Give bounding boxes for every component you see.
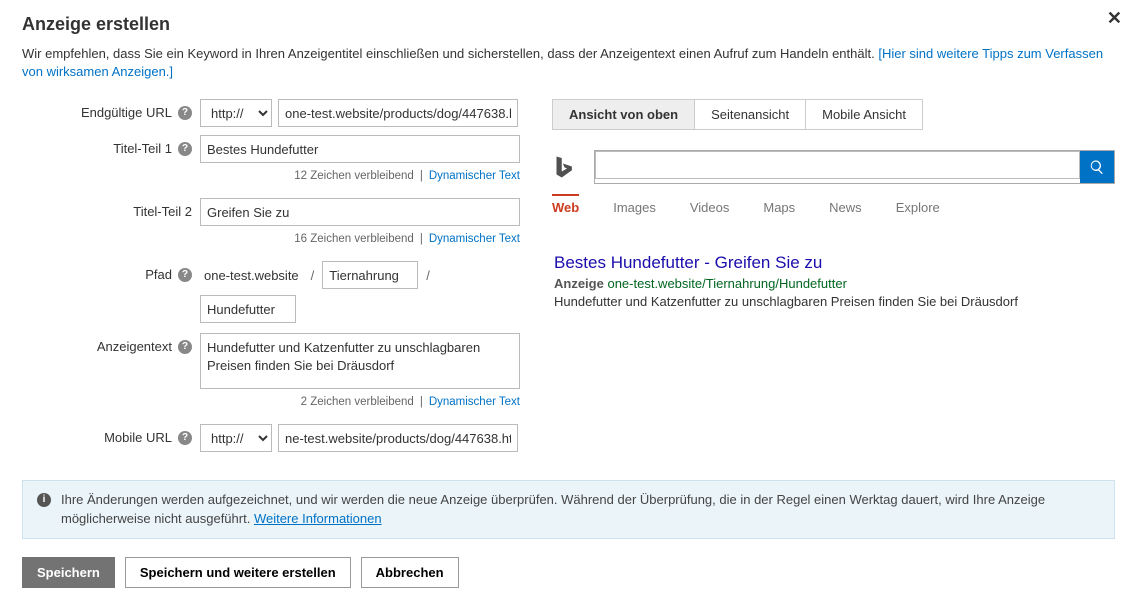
ad-preview: Bestes Hundefutter - Greifen Sie zu Anze… [552, 253, 1115, 309]
preview-view-tabs: Ansicht von oben Seitenansicht Mobile An… [552, 99, 923, 130]
path-label: Pfad [145, 267, 172, 282]
serp-tab-web[interactable]: Web [552, 200, 579, 223]
serp-tab-videos[interactable]: Videos [690, 200, 730, 223]
path1-input[interactable] [322, 261, 418, 289]
mobile-url-protocol-select[interactable]: http:// [200, 424, 272, 452]
ad-form: Endgültige URL ? http:// Titel-Teil 1 ? [22, 99, 522, 458]
adtext-dynamic-text-link[interactable]: Dynamischer Text [429, 396, 520, 408]
info-more-link[interactable]: Weitere Informationen [254, 511, 382, 526]
help-icon[interactable]: ? [178, 106, 192, 120]
intro-text: Wir empfehlen, dass Sie ein Keyword in I… [0, 45, 1137, 99]
title2-counter: 16 Zeichen verbleibend [294, 233, 414, 245]
title2-input[interactable] [200, 198, 520, 226]
title1-dynamic-text-link[interactable]: Dynamischer Text [429, 170, 520, 182]
help-icon[interactable]: ? [178, 431, 192, 445]
search-icon [1089, 159, 1105, 175]
title2-label: Titel-Teil 2 [133, 204, 192, 219]
search-button[interactable] [1080, 151, 1114, 183]
adtext-label: Anzeigentext [97, 339, 172, 354]
create-ad-dialog: ✕ Anzeige erstellen Wir empfehlen, dass … [0, 0, 1137, 608]
cancel-button[interactable]: Abbrechen [361, 557, 459, 588]
close-icon[interactable]: ✕ [1107, 8, 1122, 29]
ad-preview-panel: Ansicht von oben Seitenansicht Mobile An… [552, 99, 1115, 458]
path2-input[interactable] [200, 295, 296, 323]
tab-top-view[interactable]: Ansicht von oben [553, 100, 695, 129]
tab-side-view[interactable]: Seitenansicht [695, 100, 806, 129]
serp-tabs: Web Images Videos Maps News Explore [552, 200, 1115, 223]
adtext-counter: 2 Zeichen verbleibend [301, 396, 414, 408]
serp-tab-images[interactable]: Images [613, 200, 656, 223]
save-create-more-button[interactable]: Speichern und weitere erstellen [125, 557, 351, 588]
help-icon[interactable]: ? [178, 340, 192, 354]
tab-mobile-view[interactable]: Mobile Ansicht [806, 100, 922, 129]
search-input[interactable] [595, 151, 1080, 179]
dialog-footer: Speichern Speichern und weitere erstelle… [0, 539, 1137, 588]
final-url-label: Endgültige URL [81, 105, 172, 120]
title1-input[interactable] [200, 135, 520, 163]
dialog-title: Anzeige erstellen [0, 0, 1137, 45]
search-bar [594, 150, 1115, 184]
serp-tab-news[interactable]: News [829, 200, 862, 223]
info-icon: i [37, 493, 51, 507]
title1-counter: 12 Zeichen verbleibend [294, 170, 414, 182]
serp-tab-explore[interactable]: Explore [896, 200, 940, 223]
save-button[interactable]: Speichern [22, 557, 115, 588]
title1-label: Titel-Teil 1 [113, 141, 172, 156]
mobile-url-label: Mobile URL [104, 430, 172, 445]
mobile-url-input[interactable] [278, 424, 518, 452]
final-url-input[interactable] [278, 99, 518, 127]
info-text: Ihre Änderungen werden aufgezeichnet, un… [61, 492, 1045, 525]
help-icon[interactable]: ? [178, 142, 192, 156]
adtext-textarea[interactable] [200, 333, 520, 389]
serp-tab-maps[interactable]: Maps [763, 200, 795, 223]
intro-body: Wir empfehlen, dass Sie ein Keyword in I… [22, 46, 878, 61]
ad-preview-url: one-test.website/Tiernahrung/Hundefutter [607, 276, 846, 291]
bing-logo-icon [552, 155, 576, 179]
ad-preview-description: Hundefutter und Katzenfutter zu unschlag… [554, 294, 1115, 309]
title2-dynamic-text-link[interactable]: Dynamischer Text [429, 233, 520, 245]
help-icon[interactable]: ? [178, 268, 192, 282]
ad-preview-title: Bestes Hundefutter - Greifen Sie zu [554, 253, 1115, 273]
ad-preview-label: Anzeige [554, 276, 604, 291]
path-domain: one-test.website [200, 268, 303, 283]
review-info-bar: i Ihre Änderungen werden aufgezeichnet, … [22, 480, 1115, 538]
final-url-protocol-select[interactable]: http:// [200, 99, 272, 127]
